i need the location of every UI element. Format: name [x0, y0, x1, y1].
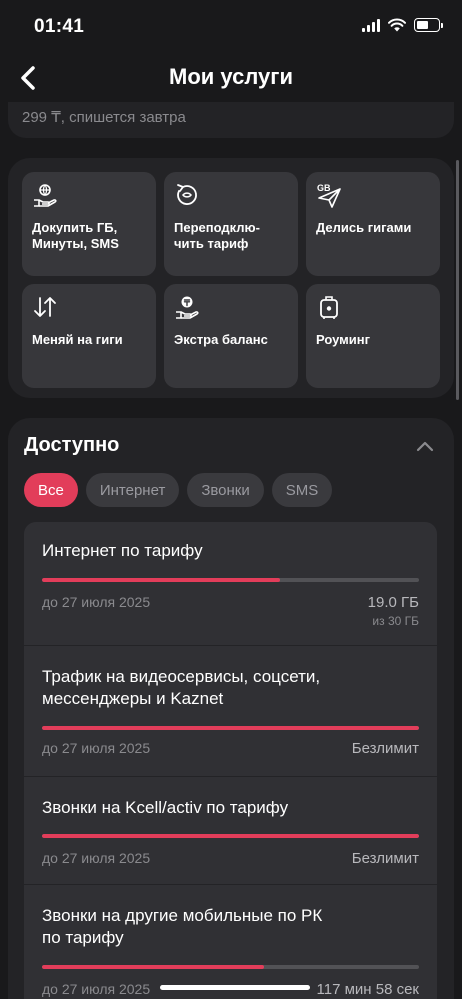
swap-arrows-icon: [34, 297, 56, 317]
cellular-signal-icon: [362, 18, 380, 32]
item-title: Трафик на видеосервисы, соцсети, мессенд…: [42, 667, 321, 708]
collapse-button[interactable]: [414, 436, 436, 458]
gb-paper-plane-icon: GB: [317, 183, 341, 208]
service-label: Экстра баланс: [174, 332, 268, 347]
suitcase-icon: [320, 296, 338, 319]
item-date: до 27 июля 2025: [42, 740, 151, 756]
list-item[interactable]: Звонки на другие мобильные по РК по тари…: [24, 885, 437, 999]
tenge-coin-hand-icon: [176, 296, 199, 319]
progress-bar: [42, 834, 419, 838]
scroll-indicator[interactable]: [456, 160, 459, 400]
status-icons: [362, 18, 443, 32]
item-amount: 19.0 ГБ: [367, 594, 419, 611]
tariff-charge-text: 299 ₸, спишется завтра: [22, 109, 186, 126]
filter-chips: Все Интернет Звонки SMS: [24, 473, 333, 507]
service-tile-extra-balance[interactable]: Экстра баланс: [164, 284, 298, 388]
service-label: Докупить ГБ, Минуты, SMS: [32, 220, 119, 251]
service-label: Переподклю- чить тариф: [174, 220, 260, 251]
available-section: Доступно Все Интернет Звонки SMS Интерне…: [8, 418, 454, 999]
home-indicator[interactable]: [160, 985, 310, 990]
service-tile-share-gb[interactable]: GB Делись гигами: [306, 172, 440, 276]
wifi-icon: [388, 18, 406, 32]
status-bar: 01:41: [0, 0, 462, 54]
item-amount: 117 мин 58 сек: [316, 981, 419, 998]
item-date: до 27 июля 2025: [42, 981, 151, 997]
list-item[interactable]: Трафик на видеосервисы, соцсети, мессенд…: [24, 646, 437, 777]
balances-list: Интернет по тарифу до 27 июля 2025 19.0 …: [24, 522, 437, 999]
chevron-up-icon: [416, 441, 434, 452]
list-item[interactable]: Интернет по тарифу до 27 июля 2025 19.0 …: [24, 522, 437, 646]
item-title: Интернет по тарифу: [42, 541, 203, 560]
battery-icon: [414, 18, 443, 32]
filter-chip-sms[interactable]: SMS: [271, 473, 333, 507]
list-item[interactable]: Звонки на Kcell/activ по тарифу до 27 ию…: [24, 777, 437, 885]
service-tile-exchange-gb[interactable]: Меняй на гиги: [22, 284, 156, 388]
service-label: Делись гигами: [316, 220, 412, 235]
filter-chip-all[interactable]: Все: [24, 473, 78, 507]
status-time: 01:41: [34, 16, 85, 37]
services-grid: Докупить ГБ, Минуты, SMS Переподклю- чит…: [8, 158, 454, 398]
service-tile-roaming[interactable]: Роуминг: [306, 284, 440, 388]
filter-chip-calls[interactable]: Звонки: [187, 473, 264, 507]
item-date: до 27 июля 2025: [42, 594, 151, 610]
item-date: до 27 июля 2025: [42, 850, 151, 866]
service-label: Роуминг: [316, 332, 371, 347]
progress-bar: [42, 726, 419, 730]
item-title: Звонки на Kcell/activ по тарифу: [42, 798, 289, 817]
filter-chip-internet[interactable]: Интернет: [85, 473, 180, 507]
progress-bar: [42, 578, 419, 582]
item-total: из 30 ГБ: [372, 614, 419, 628]
service-tile-buy-gb[interactable]: Докупить ГБ, Минуты, SMS: [22, 172, 156, 276]
section-title: Доступно: [24, 434, 120, 456]
item-amount: Безлимит: [351, 740, 419, 757]
item-amount: Безлимит: [351, 850, 419, 867]
page-title: Мои услуги: [169, 64, 293, 89]
service-tile-reconnect-tariff[interactable]: Переподклю- чить тариф: [164, 172, 298, 276]
service-label: Меняй на гиги: [32, 332, 123, 347]
navigation-header: Мои услуги: [0, 56, 462, 100]
globe-hand-icon: [34, 184, 57, 207]
progress-bar: [42, 965, 419, 969]
tariff-card-bottom: 299 ₸, спишется завтра: [8, 102, 454, 138]
item-title: Звонки на другие мобильные по РК по тари…: [42, 906, 323, 947]
svg-text:GB: GB: [317, 183, 331, 193]
refresh-circle-icon: [177, 184, 197, 205]
